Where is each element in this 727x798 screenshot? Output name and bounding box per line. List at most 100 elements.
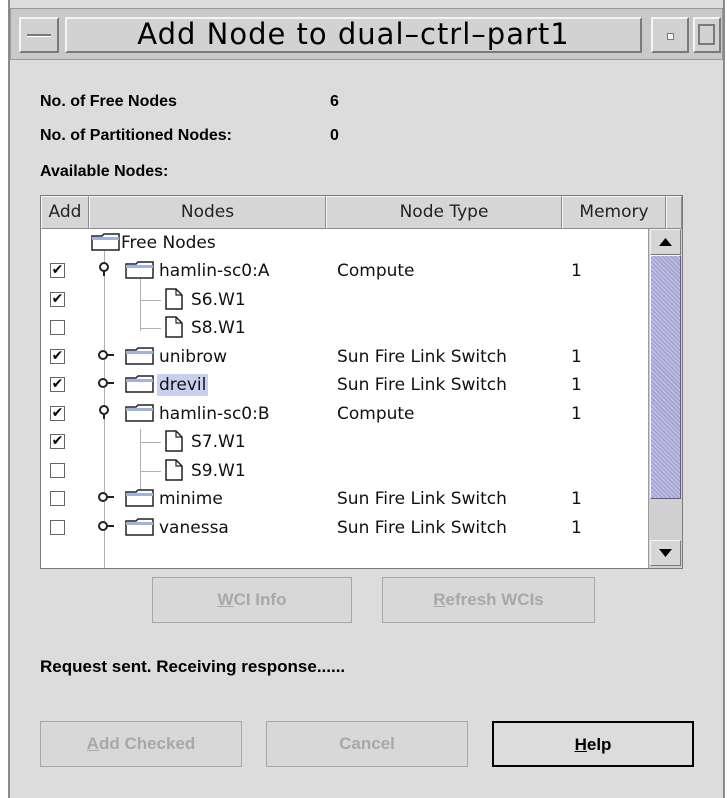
dialog-content: No. of Free Nodes 6 No. of Partitioned N… [10, 60, 716, 798]
memory-cell: 1 [571, 346, 582, 367]
scroll-thumb[interactable] [650, 255, 681, 499]
document-icon [165, 430, 183, 452]
node-name: drevil [157, 374, 209, 396]
folder-icon [125, 261, 154, 279]
collapsed-handle-icon[interactable] [97, 490, 115, 504]
wci-info-label: CI Info [233, 590, 287, 609]
add-checkbox[interactable]: ✔ [50, 377, 65, 392]
tree-root-row[interactable]: Free Nodes [41, 229, 647, 257]
memory-cell: 1 [571, 403, 582, 424]
vertical-scrollbar[interactable] [648, 229, 682, 568]
arrow-down-icon [659, 549, 672, 557]
add-checked-button[interactable]: Add Checked [40, 721, 242, 767]
help-button[interactable]: Help [492, 721, 694, 767]
wci-name: S7.W1 [191, 432, 246, 452]
wci-row[interactable]: ✔ S6.W1 [41, 286, 647, 314]
scroll-down-button[interactable] [650, 540, 681, 566]
add-checkbox[interactable] [50, 491, 65, 506]
node-type-cell: Compute [337, 403, 415, 424]
memory-cell: 1 [571, 489, 582, 509]
collapsed-handle-icon[interactable] [97, 348, 115, 362]
node-row[interactable]: ✔ drevil Sun Fire Link Switch 1 [41, 371, 647, 399]
node-type-cell: Compute [337, 261, 415, 281]
folder-icon [125, 346, 154, 365]
refresh-wcis-button[interactable]: Refresh WCIs [382, 577, 595, 623]
node-row[interactable]: vanessa Sun Fire Link Switch 1 [41, 514, 647, 542]
table-header: Add Nodes Node Type Memory [41, 196, 682, 229]
partitioned-nodes-value: 0 [330, 127, 339, 144]
add-checkbox[interactable] [50, 462, 65, 478]
title-bar: Add Node to dual–ctrl–part1 [10, 8, 723, 60]
free-nodes-value: 6 [330, 93, 339, 110]
wci-row[interactable]: ✔ S7.W1 [41, 428, 647, 456]
cancel-button[interactable]: Cancel [266, 721, 468, 767]
column-header-add[interactable]: Add [41, 196, 89, 229]
tree-connector [141, 442, 161, 443]
add-checked-label: dd Checked [98, 734, 196, 753]
add-checkbox[interactable]: ✔ [50, 263, 65, 278]
node-type-cell: Sun Fire Link Switch [337, 375, 507, 395]
add-checkbox[interactable] [50, 519, 65, 535]
window-menu-button[interactable] [19, 17, 59, 53]
tree-root-label: Free Nodes [121, 233, 216, 253]
node-name: vanessa [159, 517, 229, 538]
wci-row[interactable]: S9.W1 [41, 457, 647, 485]
tree-connector [141, 470, 161, 472]
node-name: unibrow [159, 346, 227, 367]
memory-cell: 1 [571, 517, 582, 538]
node-type-cell: Sun Fire Link Switch [337, 346, 507, 367]
collapsed-handle-icon[interactable] [97, 376, 115, 390]
maximize-button[interactable] [693, 17, 721, 53]
add-checkbox[interactable]: ✔ [50, 348, 65, 364]
arrow-up-icon [659, 238, 672, 246]
add-checkbox[interactable]: ✔ [50, 291, 65, 307]
status-message: Request sent. Receiving response...... [40, 657, 346, 676]
wci-name: S8.W1 [191, 318, 246, 338]
memory-cell: 1 [571, 261, 582, 281]
node-row[interactable]: minime Sun Fire Link Switch 1 [41, 485, 647, 513]
help-label: elp [586, 735, 612, 754]
tree-connector [141, 299, 161, 301]
scroll-up-button[interactable] [650, 229, 681, 255]
node-type-cell: Sun Fire Link Switch [337, 517, 507, 538]
nodes-table: Add Nodes Node Type Memory Free Nodes ✔ h… [40, 195, 683, 569]
folder-icon [125, 375, 154, 393]
collapsed-handle-icon[interactable] [97, 519, 115, 533]
add-checkbox[interactable]: ✔ [50, 405, 65, 421]
tree-connector [141, 328, 161, 329]
column-header-corner [666, 196, 682, 229]
node-name: hamlin-sc0:A [159, 261, 270, 281]
expanded-handle-icon[interactable] [97, 404, 115, 419]
column-header-nodes[interactable]: Nodes [89, 196, 326, 229]
refresh-wcis-label: efresh WCIs [445, 590, 544, 609]
document-icon [165, 458, 183, 481]
minimize-button[interactable] [651, 17, 689, 53]
window-title: Add Node to dual–ctrl–part1 [65, 17, 642, 53]
table-body: Free Nodes ✔ hamlin-sc0:A Compute 1 ✔ S6.W1 S8… [41, 229, 647, 568]
wci-name: S9.W1 [191, 460, 246, 481]
node-row[interactable]: ✔ hamlin-sc0:B Compute 1 [41, 400, 647, 428]
add-checkbox[interactable] [50, 320, 65, 335]
column-header-memory[interactable]: Memory [562, 196, 666, 229]
folder-icon [125, 489, 154, 507]
partitioned-nodes-label: No. of Partitioned Nodes: [40, 127, 232, 144]
column-header-node-type[interactable]: Node Type [326, 196, 562, 229]
folder-icon [125, 517, 154, 536]
folder-icon [91, 233, 120, 251]
node-type-cell: Sun Fire Link Switch [337, 489, 507, 509]
add-checkbox[interactable]: ✔ [50, 434, 65, 449]
expanded-handle-icon[interactable] [97, 262, 115, 276]
available-nodes-label: Available Nodes: [40, 163, 169, 180]
node-row[interactable]: ✔ hamlin-sc0:A Compute 1 [41, 257, 647, 285]
node-row[interactable]: ✔ unibrow Sun Fire Link Switch 1 [41, 343, 647, 371]
wci-row[interactable]: S8.W1 [41, 314, 647, 342]
wci-name: S6.W1 [191, 289, 246, 310]
document-icon [165, 316, 183, 338]
memory-cell: 1 [571, 375, 582, 395]
wci-info-button[interactable]: WCI Info [152, 577, 352, 623]
node-name: minime [159, 489, 223, 509]
node-name: hamlin-sc0:B [159, 403, 270, 424]
document-icon [165, 287, 183, 310]
free-nodes-label: No. of Free Nodes [40, 93, 177, 110]
folder-icon [125, 403, 154, 422]
